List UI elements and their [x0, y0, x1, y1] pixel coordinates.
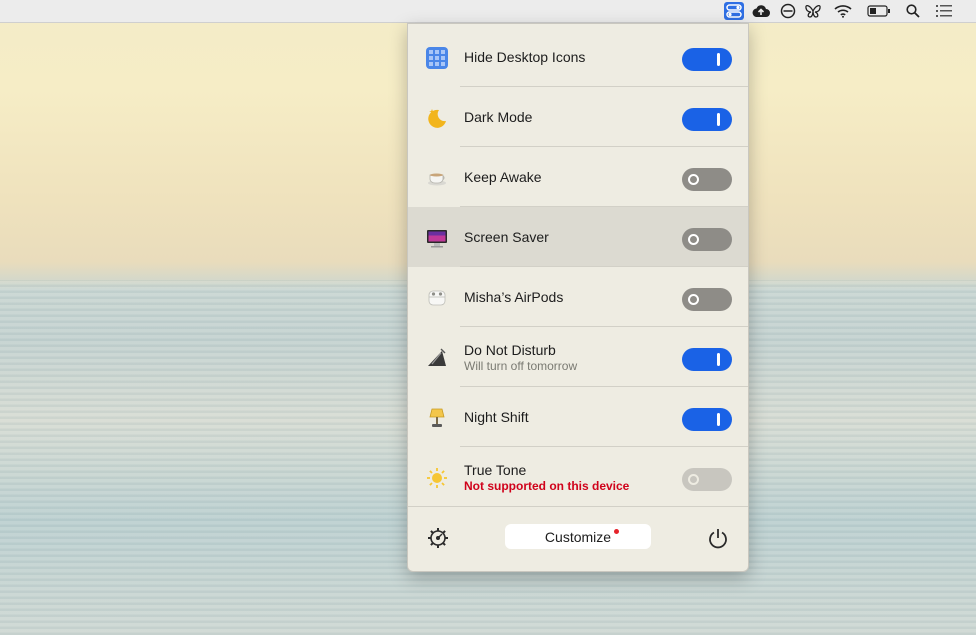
- do-not-disturb-toggle[interactable]: [682, 348, 732, 371]
- toggles-icon[interactable]: [724, 2, 744, 20]
- item-title: True Tone: [464, 462, 527, 478]
- keep-awake-toggle[interactable]: [682, 168, 732, 191]
- menu-bar: [0, 0, 976, 23]
- customize-button[interactable]: Customize: [505, 524, 651, 549]
- list-item-airpods[interactable]: Misha’s AirPods: [408, 267, 748, 327]
- moon-icon: [426, 107, 448, 129]
- item-title: Misha’s AirPods: [464, 289, 564, 305]
- item-subtitle: Will turn off tomorrow: [464, 359, 578, 373]
- list-item-keep-awake[interactable]: Keep Awake: [408, 147, 748, 207]
- list-item-dark-mode[interactable]: Dark Mode: [408, 87, 748, 147]
- list-item-screen-saver[interactable]: Screen Saver: [408, 207, 748, 267]
- gear-icon[interactable]: [426, 526, 450, 550]
- dark-mode-toggle[interactable]: [682, 108, 732, 131]
- lamp-icon: [426, 407, 448, 429]
- list-item-do-not-disturb[interactable]: Do Not Disturb Will turn off tomorrow: [408, 327, 748, 387]
- item-title: Hide Desktop Icons: [464, 49, 586, 65]
- airpods-icon: [426, 287, 448, 309]
- wifi-icon[interactable]: [833, 2, 853, 20]
- dnd-icon: [426, 347, 448, 369]
- true-tone-toggle[interactable]: [682, 468, 732, 491]
- butterfly-icon[interactable]: [803, 2, 823, 20]
- list-item-hide-desktop-icons[interactable]: Hide Desktop Icons: [408, 27, 748, 87]
- item-title: Do Not Disturb: [464, 342, 556, 358]
- item-title: Night Shift: [464, 409, 529, 425]
- notification-dot: [614, 529, 619, 534]
- hide-desktop-icons-toggle[interactable]: [682, 48, 732, 71]
- airpods-toggle[interactable]: [682, 288, 732, 311]
- one-switch-panel: Hide Desktop Icons Dark Mode Keep Awake …: [407, 23, 749, 572]
- cup-icon: [426, 167, 448, 189]
- customize-label: Customize: [544, 528, 612, 545]
- screen-saver-toggle[interactable]: [682, 228, 732, 251]
- dnd-circle-icon[interactable]: [778, 2, 798, 20]
- monitor-icon: [426, 227, 448, 249]
- sun-icon: [426, 467, 448, 489]
- item-subtitle: Not supported on this device: [464, 479, 630, 493]
- list-item-night-shift[interactable]: Night Shift: [408, 387, 748, 447]
- battery-icon[interactable]: [866, 2, 892, 20]
- power-icon[interactable]: [706, 526, 730, 550]
- night-shift-toggle[interactable]: [682, 408, 732, 431]
- item-title: Dark Mode: [464, 109, 533, 125]
- list-item-true-tone[interactable]: True Tone Not supported on this device: [408, 447, 748, 507]
- grid-icon: [426, 47, 448, 69]
- item-title: Screen Saver: [464, 229, 549, 245]
- search-icon[interactable]: [903, 2, 923, 20]
- item-title: Keep Awake: [464, 169, 542, 185]
- panel-footer: Customize: [408, 506, 748, 571]
- cloud-upload-icon[interactable]: [751, 2, 771, 20]
- menu-list-icon[interactable]: [934, 2, 954, 20]
